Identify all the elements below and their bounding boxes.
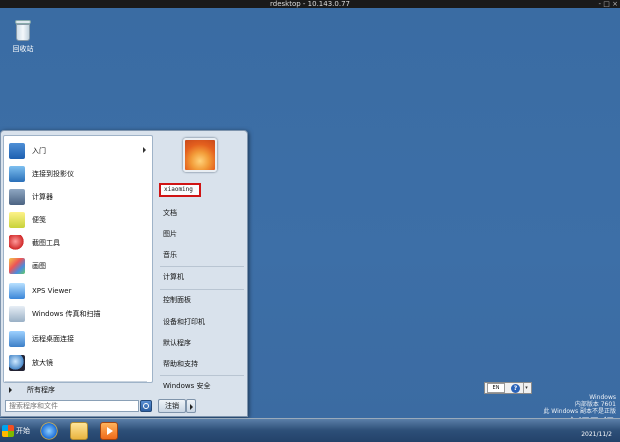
start-item-label: XPS Viewer	[32, 287, 72, 295]
place-devices-printers[interactable]: 设备和打印机	[160, 315, 246, 329]
desktop-icon-label: 回收站	[12, 45, 34, 53]
calculator-icon	[9, 189, 25, 205]
sticky-notes-icon	[9, 212, 25, 228]
place-windows-security[interactable]: Windows 安全	[160, 379, 246, 393]
start-menu: 入门 连接到投影仪 计算器 便笺 截图工具 画图 XPS Viewer Wind…	[0, 130, 248, 417]
taskbar: 开始 2021/11/2	[0, 418, 620, 442]
place-control-panel[interactable]: 控制面板	[160, 293, 246, 307]
help-icon[interactable]: ?	[511, 383, 520, 393]
getting-started-icon	[9, 143, 25, 159]
start-item-label: 画图	[32, 262, 46, 270]
start-item-getting-started[interactable]: 入门	[4, 140, 152, 162]
language-code[interactable]: EN	[487, 383, 505, 393]
internet-explorer-icon[interactable]	[40, 422, 58, 440]
start-item-snipping-tool[interactable]: 截图工具	[4, 232, 152, 254]
all-programs[interactable]: 所有程序	[3, 383, 153, 397]
projector-icon	[9, 166, 25, 182]
start-menu-places: xiaoming 文档 图片 音乐 计算机 控制面板 设备和打印机 默认程序 帮…	[156, 131, 246, 418]
snipping-tool-icon	[9, 235, 25, 251]
file-explorer-icon[interactable]	[70, 422, 88, 440]
start-item-calculator[interactable]: 计算器	[4, 186, 152, 208]
start-item-label: 连接到投影仪	[32, 170, 74, 178]
start-item-label: 计算器	[32, 193, 53, 201]
all-programs-label: 所有程序	[27, 386, 55, 394]
logoff-button[interactable]: 注销	[158, 399, 186, 413]
windows-watermark: Windows 内部版本 7601 此 Windows 副本不是正版	[543, 394, 616, 415]
desktop-icon-recycle-bin[interactable]: 回收站	[6, 20, 40, 54]
window-title: rdesktop - 10.143.0.77	[270, 0, 350, 8]
divider	[5, 381, 147, 382]
watermark-line: 内部版本 7601	[574, 401, 616, 408]
place-documents[interactable]: 文档	[160, 206, 246, 220]
place-pictures[interactable]: 图片	[160, 227, 246, 241]
start-item-fax-scan[interactable]: Windows 传真和扫描	[4, 303, 152, 325]
windows-logo-icon	[2, 425, 14, 437]
start-item-remote-desktop[interactable]: 远程桌面连接	[4, 328, 152, 350]
paint-icon	[9, 258, 25, 274]
search-input[interactable]	[5, 400, 139, 412]
start-item-label: 便笺	[32, 216, 46, 224]
remote-desktop-icon	[9, 331, 25, 347]
place-user-folder[interactable]: xiaoming	[159, 183, 201, 197]
expand-arrow-icon	[9, 387, 12, 393]
search-icon[interactable]	[140, 400, 152, 412]
options-icon[interactable]: ▾	[523, 383, 529, 393]
start-item-label: 截图工具	[32, 239, 60, 247]
fax-scan-icon	[9, 306, 25, 322]
start-item-sticky-notes[interactable]: 便笺	[4, 209, 152, 231]
user-avatar[interactable]	[183, 138, 217, 172]
start-item-paint[interactable]: 画图	[4, 255, 152, 277]
clock[interactable]: 2021/11/2	[581, 431, 612, 438]
place-default-programs[interactable]: 默认程序	[160, 336, 246, 350]
start-item-label: Windows 传真和扫描	[32, 310, 101, 318]
place-music[interactable]: 音乐	[160, 248, 246, 262]
submenu-arrow-icon[interactable]	[143, 147, 146, 153]
divider	[160, 289, 244, 290]
watermark-line: Windows	[589, 394, 616, 401]
place-help-support[interactable]: 帮助和支持	[160, 357, 246, 371]
start-item-label: 放大镜	[32, 359, 53, 367]
start-item-magnifier[interactable]: 放大镜	[4, 352, 152, 374]
start-item-label: 入门	[32, 147, 46, 155]
window-controls[interactable]: - □ ×	[599, 0, 618, 8]
language-bar[interactable]: EN ? ▾	[484, 382, 532, 394]
recycle-bin-icon	[13, 20, 33, 42]
start-button[interactable]: 开始	[0, 420, 32, 442]
xps-viewer-icon	[9, 283, 25, 299]
start-item-label: 远程桌面连接	[32, 335, 74, 343]
start-item-projector[interactable]: 连接到投影仪	[4, 163, 152, 185]
start-label: 开始	[16, 427, 30, 435]
divider	[160, 375, 244, 376]
media-player-icon[interactable]	[100, 422, 118, 440]
start-item-xps-viewer[interactable]: XPS Viewer	[4, 280, 152, 302]
magnifier-icon	[9, 355, 25, 371]
place-computer[interactable]: 计算机	[160, 270, 246, 284]
start-menu-programs: 入门 连接到投影仪 计算器 便笺 截图工具 画图 XPS Viewer Wind…	[3, 135, 153, 383]
remote-window-titlebar: rdesktop - 10.143.0.77 - □ ×	[0, 0, 620, 8]
shutdown-options-button[interactable]	[186, 399, 196, 413]
divider	[160, 266, 244, 267]
